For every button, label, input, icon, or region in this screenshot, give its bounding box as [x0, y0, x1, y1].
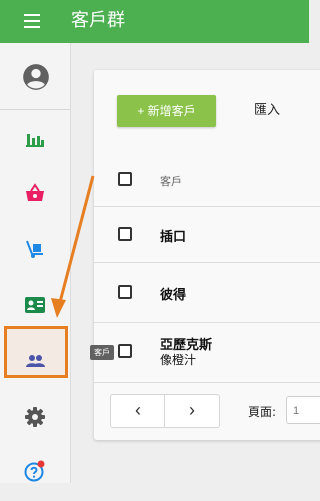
sidebar-item-settings[interactable]	[0, 389, 70, 445]
customer-name: 彼得	[160, 288, 187, 303]
pagination-controls: ‹ ›	[110, 394, 220, 428]
previous-page-button[interactable]: ‹	[111, 395, 165, 427]
page-number-input[interactable]: 1	[286, 396, 320, 424]
page-label: 頁面:	[248, 405, 277, 419]
help-icon	[24, 460, 45, 482]
add-customer-button[interactable]: + 新增客戶	[117, 95, 216, 127]
shopping-basket-icon	[26, 183, 44, 201]
bar-chart-icon	[26, 134, 44, 147]
contact-card-icon	[25, 297, 45, 313]
sidebar-item-employees[interactable]	[0, 277, 70, 333]
sidebar-tooltip: 客戶	[90, 345, 114, 360]
table-row[interactable]: 插口	[94, 206, 320, 263]
row-checkbox[interactable]	[118, 227, 132, 241]
account-circle-icon	[23, 64, 49, 90]
column-header-customer: 客戶	[160, 175, 182, 188]
sidebar-item-help[interactable]	[0, 445, 70, 501]
hand-truck-icon	[26, 240, 43, 258]
customers-highlight-box	[4, 326, 68, 378]
sidebar	[0, 43, 71, 483]
gear-icon	[25, 407, 45, 427]
table-row[interactable]: 亞歷克斯 像橙汁	[94, 322, 320, 383]
table-header: 客戶	[94, 152, 320, 207]
sidebar-item-inventory[interactable]	[0, 221, 70, 277]
customer-note: 像橙汁	[160, 353, 197, 367]
hamburger-menu-icon[interactable]	[22, 12, 42, 30]
row-checkbox[interactable]	[118, 344, 132, 358]
top-app-bar: 客戶群	[0, 0, 309, 43]
import-button[interactable]: 匯入	[254, 95, 280, 127]
next-page-button[interactable]: ›	[165, 395, 219, 427]
customer-name: 插口	[160, 230, 187, 245]
sidebar-item-sales[interactable]	[0, 165, 70, 221]
select-all-checkbox[interactable]	[118, 172, 132, 186]
customers-panel: + 新增客戶 匯入 客戶 插口 彼得 亞歷克斯 像橙汁 ‹ › 頁面: 1	[94, 70, 320, 440]
sidebar-item-reports[interactable]	[0, 109, 70, 165]
table-row[interactable]: 彼得	[94, 262, 320, 323]
row-checkbox[interactable]	[118, 285, 132, 299]
sidebar-item-account[interactable]	[0, 43, 70, 110]
page-title: 客戶群	[71, 10, 125, 31]
